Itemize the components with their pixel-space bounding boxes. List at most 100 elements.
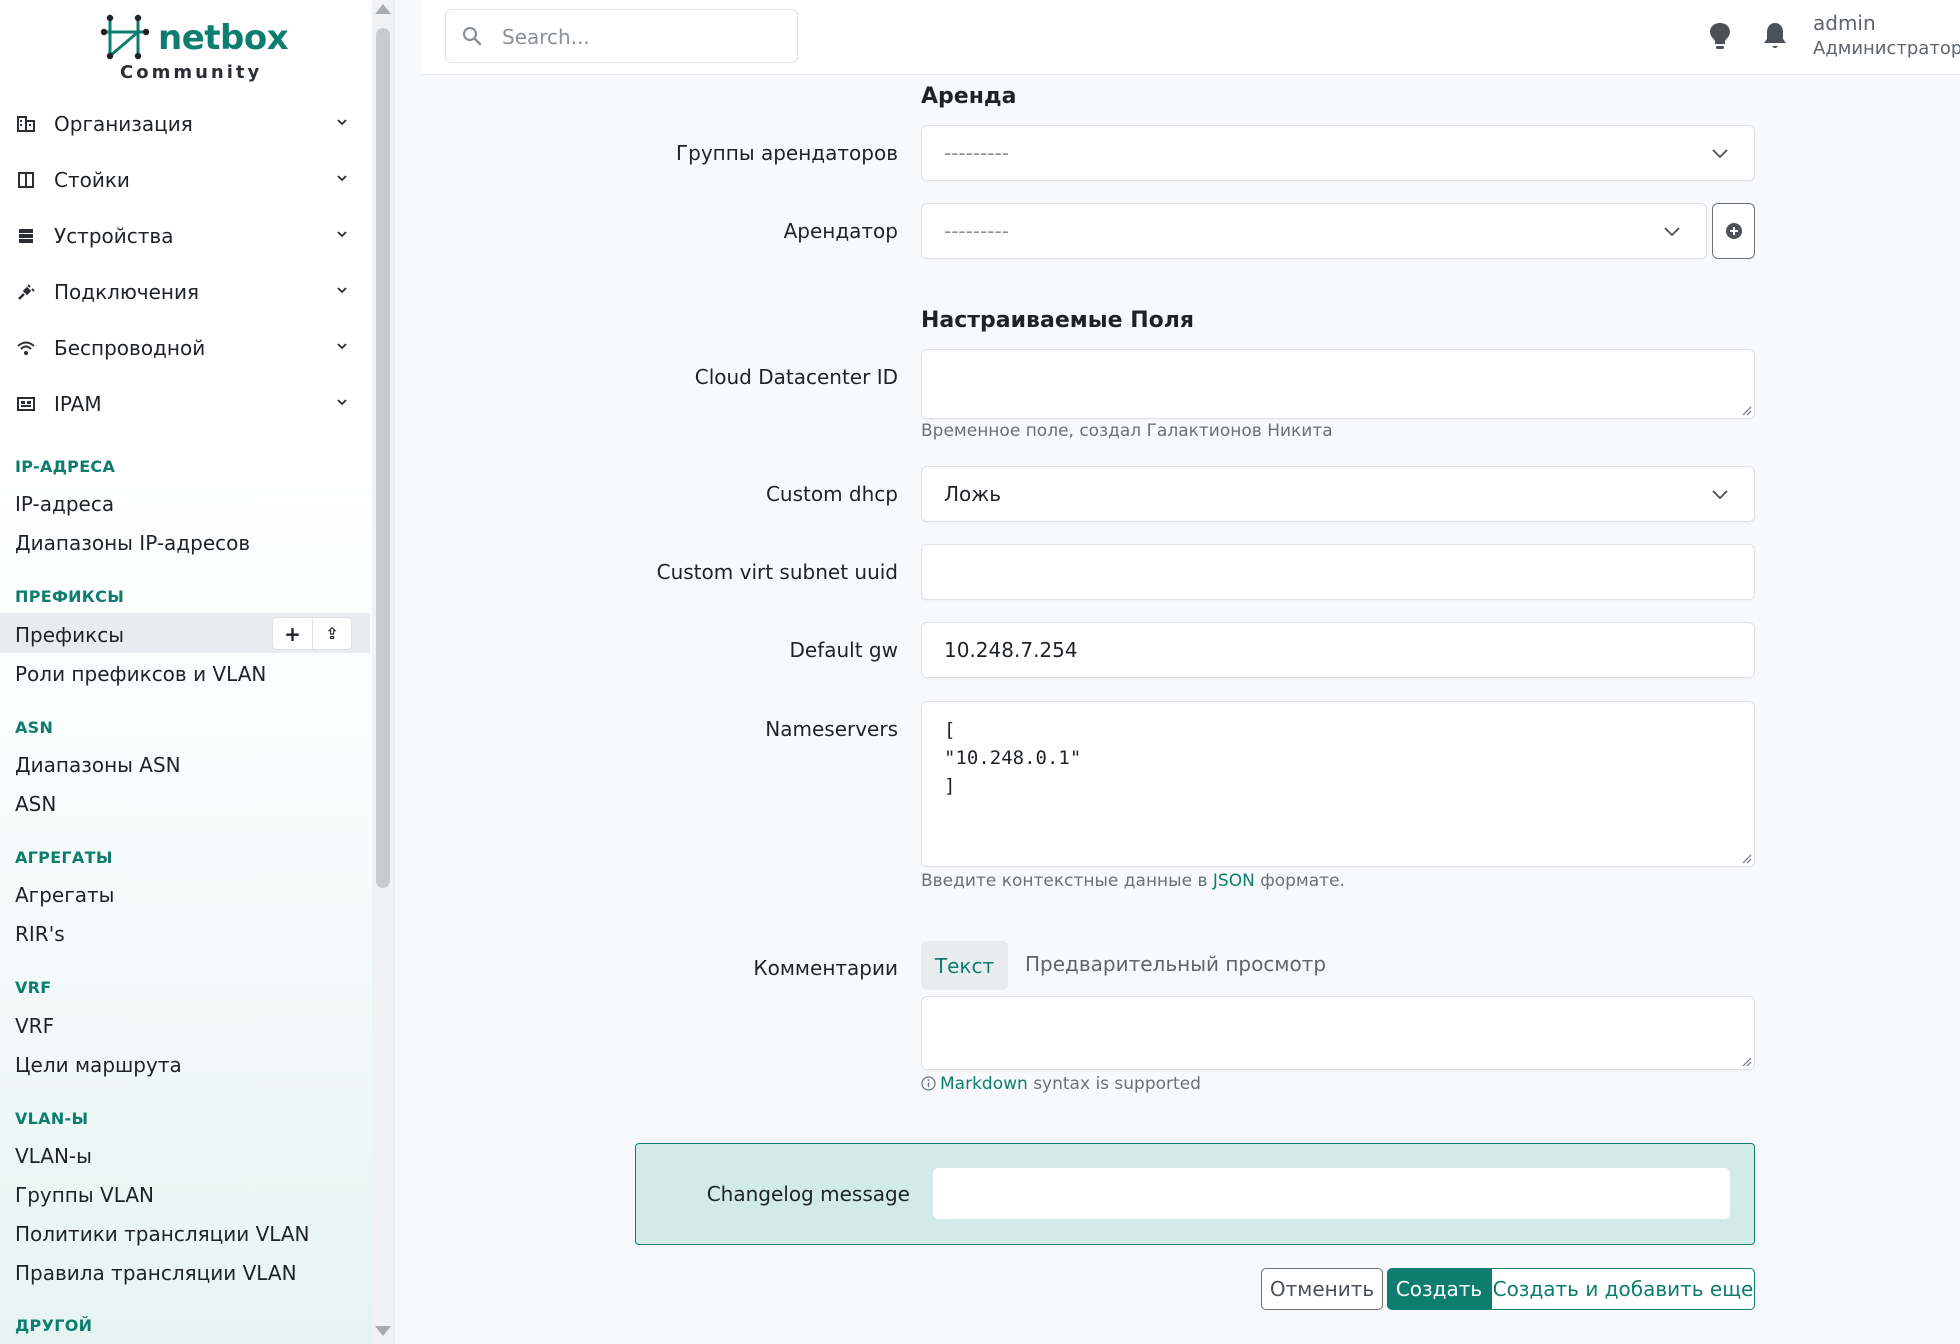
cloud-dc-label: Cloud Datacenter ID <box>694 365 898 389</box>
plus-circle-icon <box>1725 223 1742 239</box>
server-icon <box>14 224 38 248</box>
user-role: Администратор <box>1813 38 1960 59</box>
tenant-group-value: --------- <box>944 141 1009 165</box>
resize-grip-icon[interactable] <box>1740 1055 1752 1067</box>
search-box[interactable] <box>445 9 798 63</box>
chevron-down-icon <box>337 343 347 350</box>
nav-rirs[interactable]: RIR's <box>15 922 65 946</box>
nameservers-value: [ "10.248.0.1" ] <box>944 716 1081 800</box>
comments-hint-suffix: syntax is supported <box>1033 1074 1201 1094</box>
cancel-button[interactable]: Отменить <box>1261 1268 1383 1310</box>
comments-hint: Markdown syntax is supported <box>921 1074 1201 1094</box>
scroll-up-arrow-icon[interactable] <box>375 4 391 14</box>
nav-vlan-translation-policies[interactable]: Политики трансляции VLAN <box>15 1222 310 1246</box>
wifi-icon <box>14 336 38 360</box>
section-aggregates: АГРЕГАТЫ <box>15 848 113 867</box>
info-circle-icon <box>921 1076 936 1091</box>
resize-grip-icon[interactable] <box>1740 852 1752 864</box>
default-gw-label: Default gw <box>789 638 899 662</box>
nav-ip-ranges[interactable]: Диапазоны IP-адресов <box>15 531 250 555</box>
changelog-label: Changelog message <box>706 1182 910 1206</box>
create-button[interactable]: Создать <box>1387 1268 1491 1310</box>
menu-racks-label: Стойки <box>54 168 130 192</box>
nav-prefix-vlan-roles[interactable]: Роли префиксов и VLAN <box>15 662 266 686</box>
chevron-down-icon <box>337 175 347 182</box>
top-header: admin Администратор <box>422 0 1960 75</box>
scroll-down-arrow-icon[interactable] <box>375 1326 391 1336</box>
building-icon <box>14 112 38 136</box>
menu-racks[interactable]: Стойки <box>0 152 372 208</box>
menu-wireless[interactable]: Беспроводной <box>0 320 372 376</box>
changelog-input[interactable] <box>933 1168 1730 1219</box>
tenant-label: Арендатор <box>783 219 898 243</box>
custom-dhcp-label: Custom dhcp <box>765 482 898 506</box>
tenant-group-select[interactable]: --------- <box>921 125 1755 181</box>
add-tenant-button[interactable] <box>1712 203 1755 259</box>
menu-ipam[interactable]: IPAM <box>0 376 372 432</box>
nav-asn[interactable]: ASN <box>15 792 56 816</box>
default-gw-input[interactable]: 10.248.7.254 <box>921 622 1755 678</box>
nav-vlan-translation-rules[interactable]: Правила трансляции VLAN <box>15 1261 297 1285</box>
nav-asn-ranges[interactable]: Диапазоны ASN <box>15 753 181 777</box>
rack-icon <box>14 168 38 192</box>
chevron-down-icon <box>1712 149 1728 159</box>
tab-text[interactable]: Текст <box>921 941 1008 990</box>
search-icon <box>462 26 482 46</box>
menu-ipam-label: IPAM <box>54 392 102 416</box>
section-vlans: VLAN-Ы <box>15 1109 89 1128</box>
custom-dhcp-select[interactable]: Ложь <box>921 466 1755 522</box>
create-and-add-button[interactable]: Создать и добавить еще <box>1491 1268 1755 1310</box>
chevron-down-icon <box>337 231 347 238</box>
menu-devices-label: Устройства <box>54 224 174 248</box>
nav-vlans[interactable]: VLAN-ы <box>15 1144 92 1168</box>
chevron-down-icon <box>337 399 347 406</box>
nav-vrf[interactable]: VRF <box>15 1014 54 1038</box>
plug-icon <box>14 280 38 304</box>
menu-wireless-label: Беспроводной <box>54 336 206 360</box>
lightbulb-icon[interactable] <box>1705 20 1735 52</box>
nav-ip-addresses[interactable]: IP-адреса <box>15 492 114 516</box>
nameservers-hint-prefix: Введите контекстные данные в <box>921 871 1208 891</box>
nav-route-targets[interactable]: Цели маршрута <box>15 1053 182 1077</box>
nameservers-hint: Введите контекстные данные в JSON формат… <box>921 871 1345 891</box>
resize-grip-icon[interactable] <box>1740 404 1752 416</box>
cloud-dc-hint: Временное поле, создал Галактионов Никит… <box>921 421 1333 441</box>
default-gw-value: 10.248.7.254 <box>944 638 1078 662</box>
import-prefix-button[interactable]: ⇪ <box>311 618 351 649</box>
comments-textarea[interactable] <box>921 996 1755 1070</box>
nameservers-line: "10.248.0.1" <box>944 747 1082 769</box>
menu-connections-label: Подключения <box>54 280 200 304</box>
nav-aggregates[interactable]: Агрегаты <box>15 883 114 907</box>
section-asn: ASN <box>15 718 54 737</box>
nav-vlan-groups[interactable]: Группы VLAN <box>15 1183 154 1207</box>
nav-prefixes[interactable]: Префиксы <box>15 623 124 647</box>
menu-devices[interactable]: Устройства <box>0 208 372 264</box>
bell-icon[interactable] <box>1760 20 1790 52</box>
cloud-dc-textarea[interactable] <box>921 349 1755 419</box>
json-link[interactable]: JSON <box>1213 871 1255 891</box>
tab-preview[interactable]: Предварительный просмотр <box>1025 952 1326 976</box>
menu-organization[interactable]: Организация <box>0 96 372 152</box>
nameservers-line: [ <box>944 719 956 741</box>
tenant-value: --------- <box>944 219 1009 243</box>
brand-name: netbox <box>158 18 289 58</box>
ipam-icon <box>14 392 38 416</box>
tenant-select[interactable]: --------- <box>921 203 1707 259</box>
user-name[interactable]: admin <box>1813 11 1876 35</box>
chevron-down-icon <box>337 287 347 294</box>
add-prefix-button[interactable]: + <box>273 618 312 649</box>
custom-fields-heading: Настраиваемые Поля <box>921 308 1194 333</box>
virt-subnet-input[interactable] <box>921 544 1755 600</box>
tenancy-heading: Аренда <box>921 84 1017 109</box>
search-input[interactable] <box>502 22 782 52</box>
virt-subnet-label: Custom virt subnet uuid <box>656 560 898 584</box>
netbox-logo[interactable]: netbox Community <box>100 12 300 84</box>
netbox-logo-icon <box>100 14 150 60</box>
nameservers-textarea[interactable]: [ "10.248.0.1" ] <box>921 701 1755 867</box>
chevron-down-icon <box>337 119 347 126</box>
custom-dhcp-value: Ложь <box>944 482 1002 506</box>
nameservers-label: Nameservers <box>765 717 898 741</box>
menu-connections[interactable]: Подключения <box>0 264 372 320</box>
sidebar-scroll-thumb[interactable] <box>376 28 390 888</box>
markdown-link[interactable]: Markdown <box>940 1074 1028 1094</box>
